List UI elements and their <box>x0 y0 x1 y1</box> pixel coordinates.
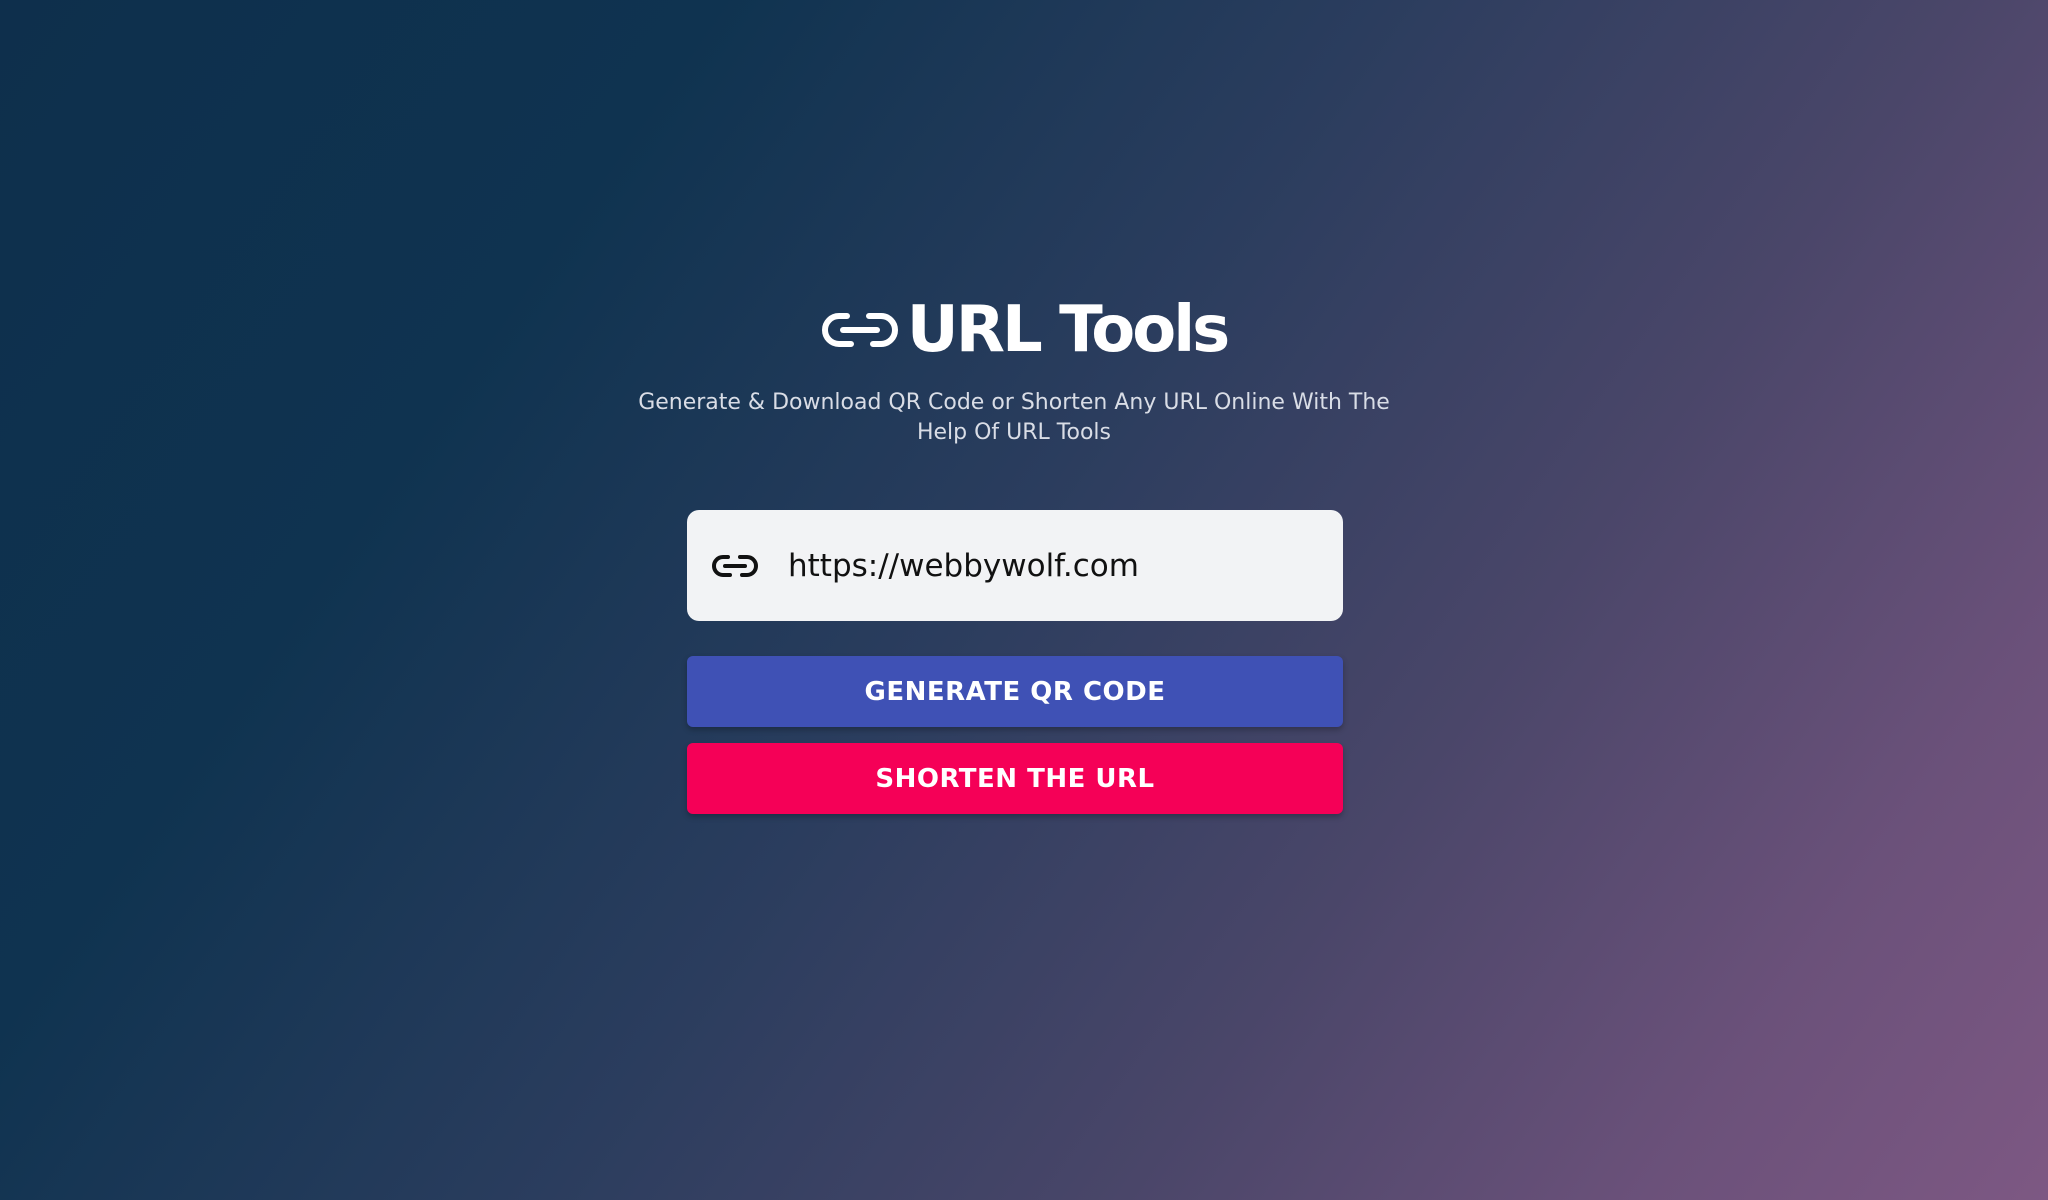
app-container: URL Tools Generate & Download QR Code or… <box>0 0 2048 1200</box>
shorten-url-button[interactable]: SHORTEN THE URL <box>687 743 1343 814</box>
page-subtitle: Generate & Download QR Code or Shorten A… <box>638 390 1390 445</box>
link-icon <box>712 551 758 581</box>
page-title: URL Tools <box>906 293 1230 367</box>
generate-qr-code-button[interactable]: GENERATE QR CODE <box>687 656 1343 727</box>
url-input[interactable] <box>788 535 1318 596</box>
link-icon <box>821 306 899 354</box>
header: URL Tools <box>0 290 2048 370</box>
url-field-container[interactable] <box>687 510 1343 621</box>
